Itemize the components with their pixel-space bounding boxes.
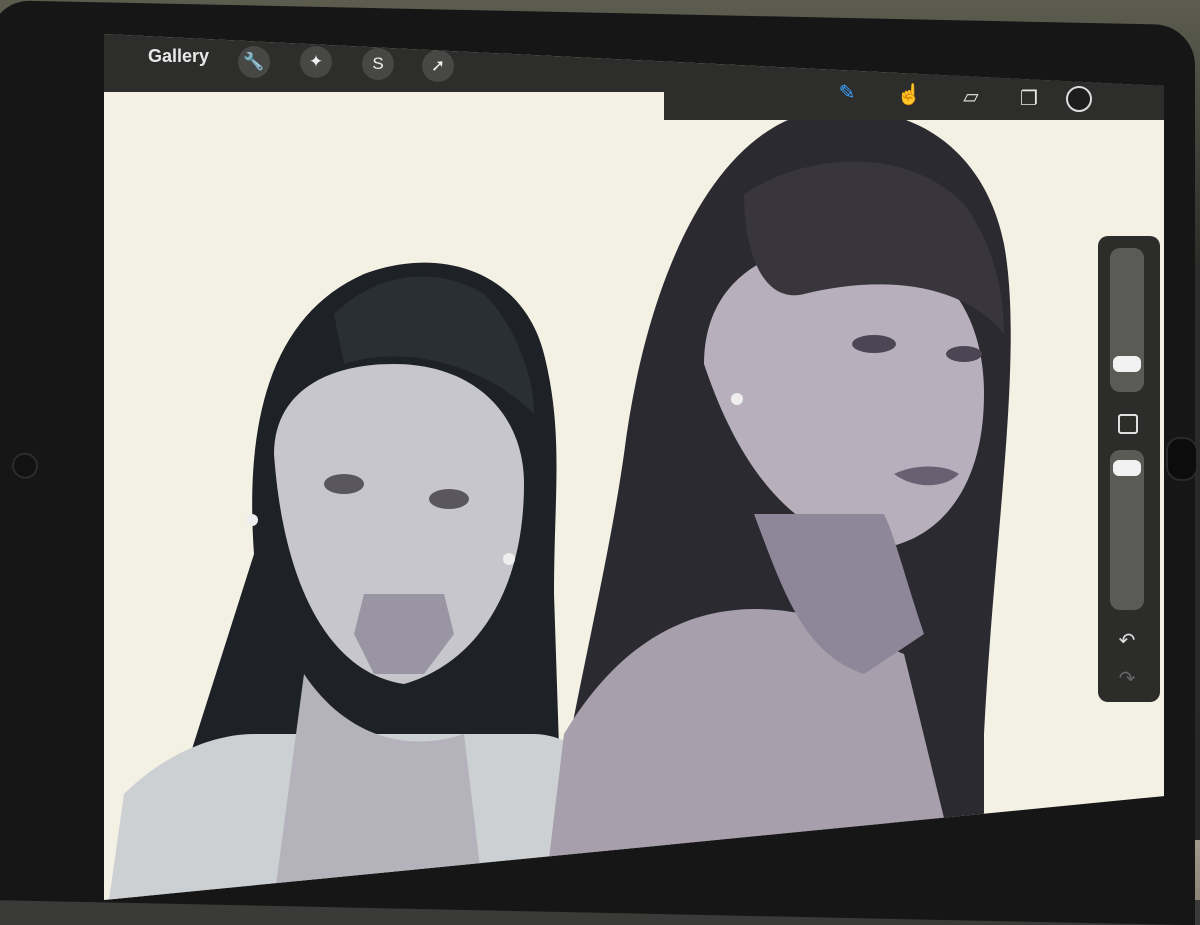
home-button[interactable]: [1166, 436, 1198, 482]
sidebar-panel: ↶ ↷: [1098, 236, 1160, 702]
painting-artwork[interactable]: [104, 34, 1164, 900]
camera-icon: [12, 452, 38, 480]
modify-square-button[interactable]: [1118, 414, 1138, 434]
opacity-slider[interactable]: [1110, 450, 1144, 610]
color-picker-button[interactable]: [1066, 86, 1092, 112]
eraser-icon[interactable]: ▱: [956, 82, 986, 112]
right-portrait: [544, 109, 1011, 900]
gallery-button[interactable]: Gallery: [148, 46, 209, 67]
brush-size-knob[interactable]: [1113, 356, 1141, 372]
actions-wrench-icon[interactable]: 🔧: [238, 46, 270, 78]
layers-icon[interactable]: ❐: [1014, 84, 1044, 114]
opacity-knob[interactable]: [1113, 460, 1141, 476]
redo-icon[interactable]: ↷: [1112, 666, 1142, 692]
brush-size-slider[interactable]: [1110, 248, 1144, 392]
transform-arrow-icon[interactable]: ➚: [422, 50, 454, 82]
adjustments-wand-icon[interactable]: ✦: [300, 46, 332, 78]
canvas-screen[interactable]: Gallery 🔧 ✦ S ➚ ✎ ☝ ▱ ❐: [104, 34, 1164, 900]
undo-icon[interactable]: ↶: [1112, 628, 1142, 654]
smudge-icon[interactable]: ☝: [894, 80, 924, 110]
selection-icon[interactable]: S: [362, 48, 394, 80]
brush-icon[interactable]: ✎: [832, 78, 862, 108]
